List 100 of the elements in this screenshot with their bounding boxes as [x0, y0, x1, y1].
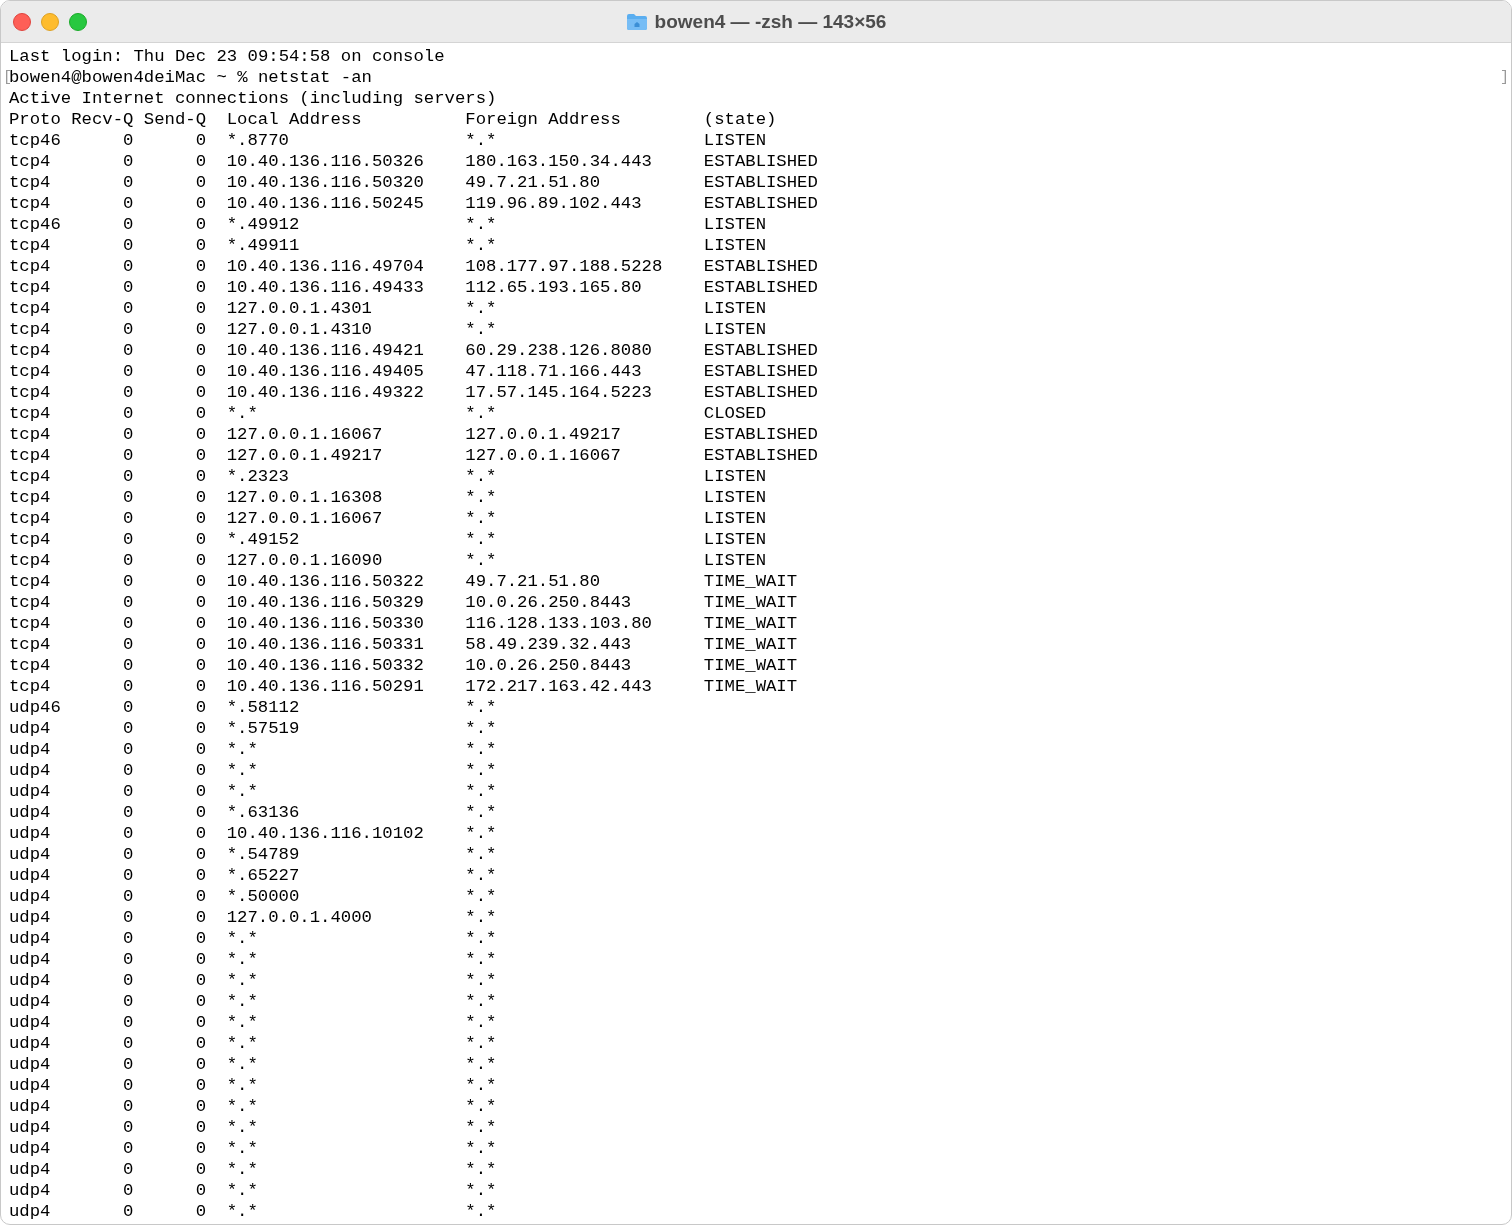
- table-cell: 0: [123, 803, 134, 822]
- table-cell: 0: [195, 1202, 206, 1221]
- table-cell: 0: [123, 278, 134, 297]
- table-cell: TIME_WAIT: [703, 614, 798, 633]
- table-cell: 0: [123, 1034, 134, 1053]
- table-cell: *.*: [226, 950, 258, 969]
- table-cell: 0: [195, 782, 206, 801]
- table-cell: 0: [123, 257, 134, 276]
- table-cell: *.*: [226, 1139, 258, 1158]
- table-cell: *.*: [465, 1097, 497, 1116]
- table-cell: *.*: [226, 761, 258, 780]
- table-cell: 0: [123, 404, 134, 423]
- table-cell: tcp46: [9, 131, 61, 150]
- table-cell: 10.40.136.116.50320: [226, 173, 424, 192]
- table-cell: TIME_WAIT: [703, 572, 798, 591]
- table-cell: 0: [123, 320, 134, 339]
- table-cell: *.*: [465, 950, 497, 969]
- table-cell: tcp4: [9, 509, 51, 528]
- table-cell: tcp4: [9, 530, 51, 549]
- table-cell: *.*: [465, 908, 497, 927]
- table-cell: *.49911: [226, 236, 300, 255]
- table-cell: 10.40.136.116.50329: [226, 593, 424, 612]
- table-cell: udp4: [9, 719, 51, 738]
- table-cell: 0: [195, 1013, 206, 1032]
- table-cell: 0: [195, 635, 206, 654]
- table-cell: *.*: [226, 1097, 258, 1116]
- minimize-button[interactable]: [41, 12, 59, 31]
- table-cell: tcp4: [9, 488, 51, 507]
- table-cell: 0: [195, 320, 206, 339]
- table-cell: 0: [123, 992, 134, 1011]
- table-cell: 60.29.238.126.8080: [465, 341, 652, 360]
- table-cell: 127.0.0.1.4310: [226, 320, 372, 339]
- table-cell: *.*: [465, 1013, 497, 1032]
- table-cell: *.50000: [226, 887, 300, 906]
- table-cell: udp4: [9, 803, 51, 822]
- table-cell: *.54789: [226, 845, 300, 864]
- table-cell: *.*: [465, 1034, 497, 1053]
- table-cell: *.*: [465, 1181, 497, 1200]
- table-cell: 0: [123, 551, 134, 570]
- table-cell: tcp4: [9, 677, 51, 696]
- table-cell: 0: [195, 383, 206, 402]
- table-cell: LISTEN: [703, 488, 766, 507]
- table-cell: 0: [123, 362, 134, 381]
- table-cell: TIME_WAIT: [703, 677, 798, 696]
- table-cell: 10.40.136.116.49421: [226, 341, 424, 360]
- table-cell: ESTABLISHED: [703, 278, 818, 297]
- table-cell: ESTABLISHED: [703, 446, 818, 465]
- table-cell: 116.128.133.103.80: [465, 614, 652, 633]
- close-button[interactable]: [13, 12, 31, 31]
- table-cell: 0: [195, 593, 206, 612]
- table-cell: *.49152: [226, 530, 300, 549]
- table-cell: 0: [195, 761, 206, 780]
- column-header: Proto: [9, 110, 61, 129]
- table-cell: *.*: [465, 404, 497, 423]
- table-cell: 0: [195, 950, 206, 969]
- table-cell: 10.40.136.116.50291: [226, 677, 424, 696]
- table-cell: *.*: [465, 971, 497, 990]
- table-cell: ESTABLISHED: [703, 152, 818, 171]
- table-cell: tcp4: [9, 425, 51, 444]
- table-cell: LISTEN: [703, 236, 766, 255]
- table-cell: *.*: [465, 299, 497, 318]
- table-cell: udp4: [9, 1160, 51, 1179]
- table-cell: 0: [195, 1097, 206, 1116]
- table-cell: 0: [123, 950, 134, 969]
- table-cell: *.*: [465, 551, 497, 570]
- table-cell: udp4: [9, 887, 51, 906]
- prompt-mark: ]: [1500, 68, 1509, 88]
- table-cell: 10.40.136.116.50245: [226, 194, 424, 213]
- table-cell: 0: [123, 1097, 134, 1116]
- table-cell: tcp4: [9, 593, 51, 612]
- table-cell: ESTABLISHED: [703, 257, 818, 276]
- table-cell: TIME_WAIT: [703, 593, 798, 612]
- table-cell: *.*: [226, 1118, 258, 1137]
- table-cell: tcp4: [9, 404, 51, 423]
- zoom-button[interactable]: [69, 12, 87, 31]
- table-cell: *.*: [465, 509, 497, 528]
- table-cell: 0: [123, 866, 134, 885]
- window-title: bowen4 — -zsh — 143×56: [654, 9, 887, 34]
- table-cell: 0: [195, 446, 206, 465]
- table-cell: *.*: [465, 1139, 497, 1158]
- table-cell: 0: [123, 971, 134, 990]
- table-cell: 0: [195, 866, 206, 885]
- table-cell: 108.177.97.188.5228: [465, 257, 663, 276]
- table-cell: 0: [123, 341, 134, 360]
- table-cell: 10.40.136.116.49322: [226, 383, 424, 402]
- table-cell: 127.0.0.1.49217: [465, 425, 621, 444]
- table-cell: 0: [123, 761, 134, 780]
- table-cell: 0: [195, 719, 206, 738]
- table-cell: 0: [195, 131, 206, 150]
- table-cell: LISTEN: [703, 215, 766, 234]
- table-cell: ESTABLISHED: [703, 362, 818, 381]
- table-cell: 0: [123, 677, 134, 696]
- table-cell: 0: [195, 236, 206, 255]
- table-cell: LISTEN: [703, 530, 766, 549]
- table-cell: *.*: [226, 1013, 258, 1032]
- table-cell: 0: [195, 341, 206, 360]
- table-cell: TIME_WAIT: [703, 656, 798, 675]
- table-cell: 10.40.136.116.50332: [226, 656, 424, 675]
- table-cell: 10.40.136.116.50330: [226, 614, 424, 633]
- table-cell: 0: [195, 551, 206, 570]
